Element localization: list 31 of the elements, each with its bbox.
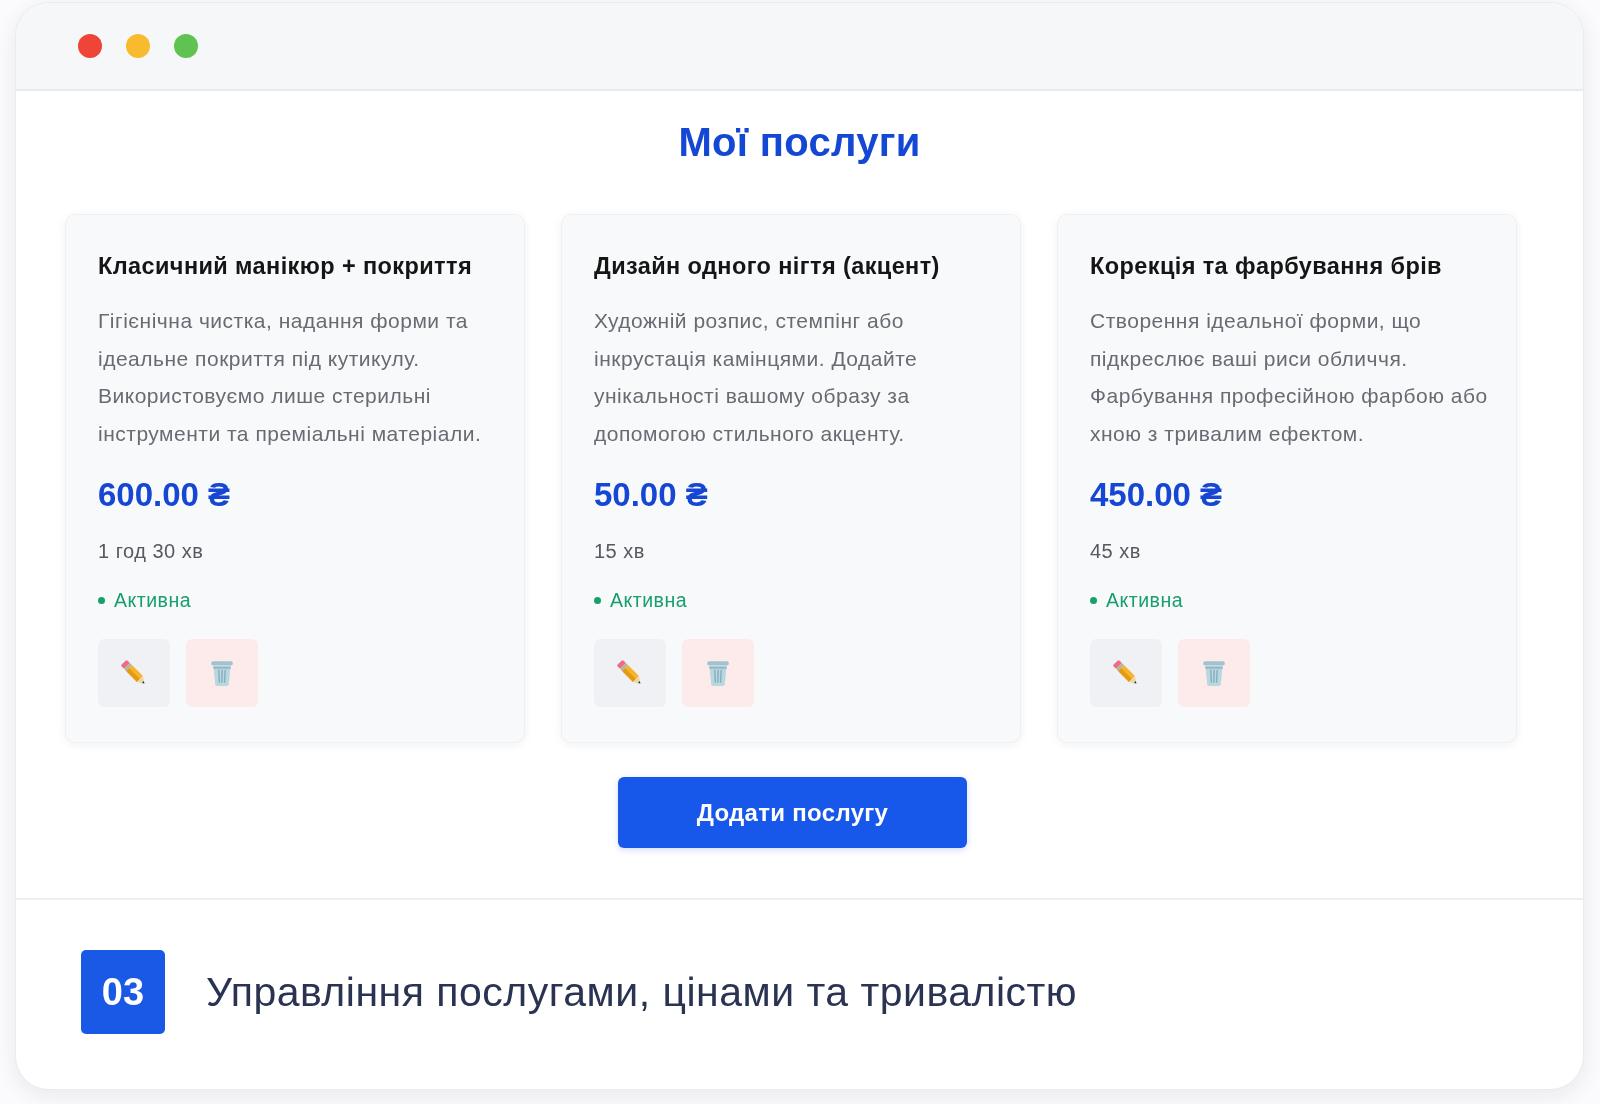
- service-title: Класичний манікюр + покриття: [98, 252, 472, 280]
- service-price: 450.00 ₴: [1090, 477, 1223, 513]
- delete-button[interactable]: [186, 639, 258, 707]
- edit-button[interactable]: [594, 639, 666, 707]
- service-price: 600.00 ₴: [98, 477, 231, 513]
- service-description: Гігієнічна чистка, надання форми та ідеальне покриття під кутикулу. Використовуємо лише стерильні інструменти та преміальні матеріали.: [98, 308, 483, 447]
- trash-can-icon: [209, 659, 235, 687]
- page-heading: Мої послуги: [678, 119, 921, 166]
- window-close-icon[interactable]: [78, 34, 102, 58]
- service-title: Корекція та фарбування брів: [1090, 252, 1442, 280]
- caption-text: Управління послугами, цінами та тривалістю: [206, 968, 1078, 1016]
- edit-button[interactable]: [98, 639, 170, 707]
- service-duration: 1 год 30 хв: [98, 539, 204, 563]
- window-maximize-icon[interactable]: [174, 34, 198, 58]
- trash-can-icon: [705, 659, 731, 687]
- service-status: Активна: [610, 588, 688, 612]
- service-duration: 15 хв: [594, 539, 645, 563]
- service-status: Активна: [1106, 588, 1184, 612]
- service-status: Активна: [114, 588, 192, 612]
- window-minimize-icon[interactable]: [126, 34, 150, 58]
- edit-button[interactable]: [1090, 639, 1162, 707]
- service-duration: 45 хв: [1090, 539, 1141, 563]
- delete-button[interactable]: [682, 639, 754, 707]
- service-title: Дизайн одного нігтя (акцент): [594, 252, 940, 280]
- trash-can-icon: [1201, 659, 1227, 687]
- step-number: 03: [81, 950, 165, 1034]
- service-description: Створення ідеальної форми, що підкреслює ваші риси обличчя. Фарбування професійною фарбою або хною з тривалим ефектом.: [1090, 308, 1489, 447]
- add-service-button[interactable]: Додати послугу: [618, 777, 967, 848]
- service-description: Художній розпис, стемпінг або інкрустація камінцями. Додайте унікальності вашому образу за допомогою стильного акценту.: [594, 308, 919, 447]
- delete-button[interactable]: [1178, 639, 1250, 707]
- service-price: 50.00 ₴: [594, 477, 708, 513]
